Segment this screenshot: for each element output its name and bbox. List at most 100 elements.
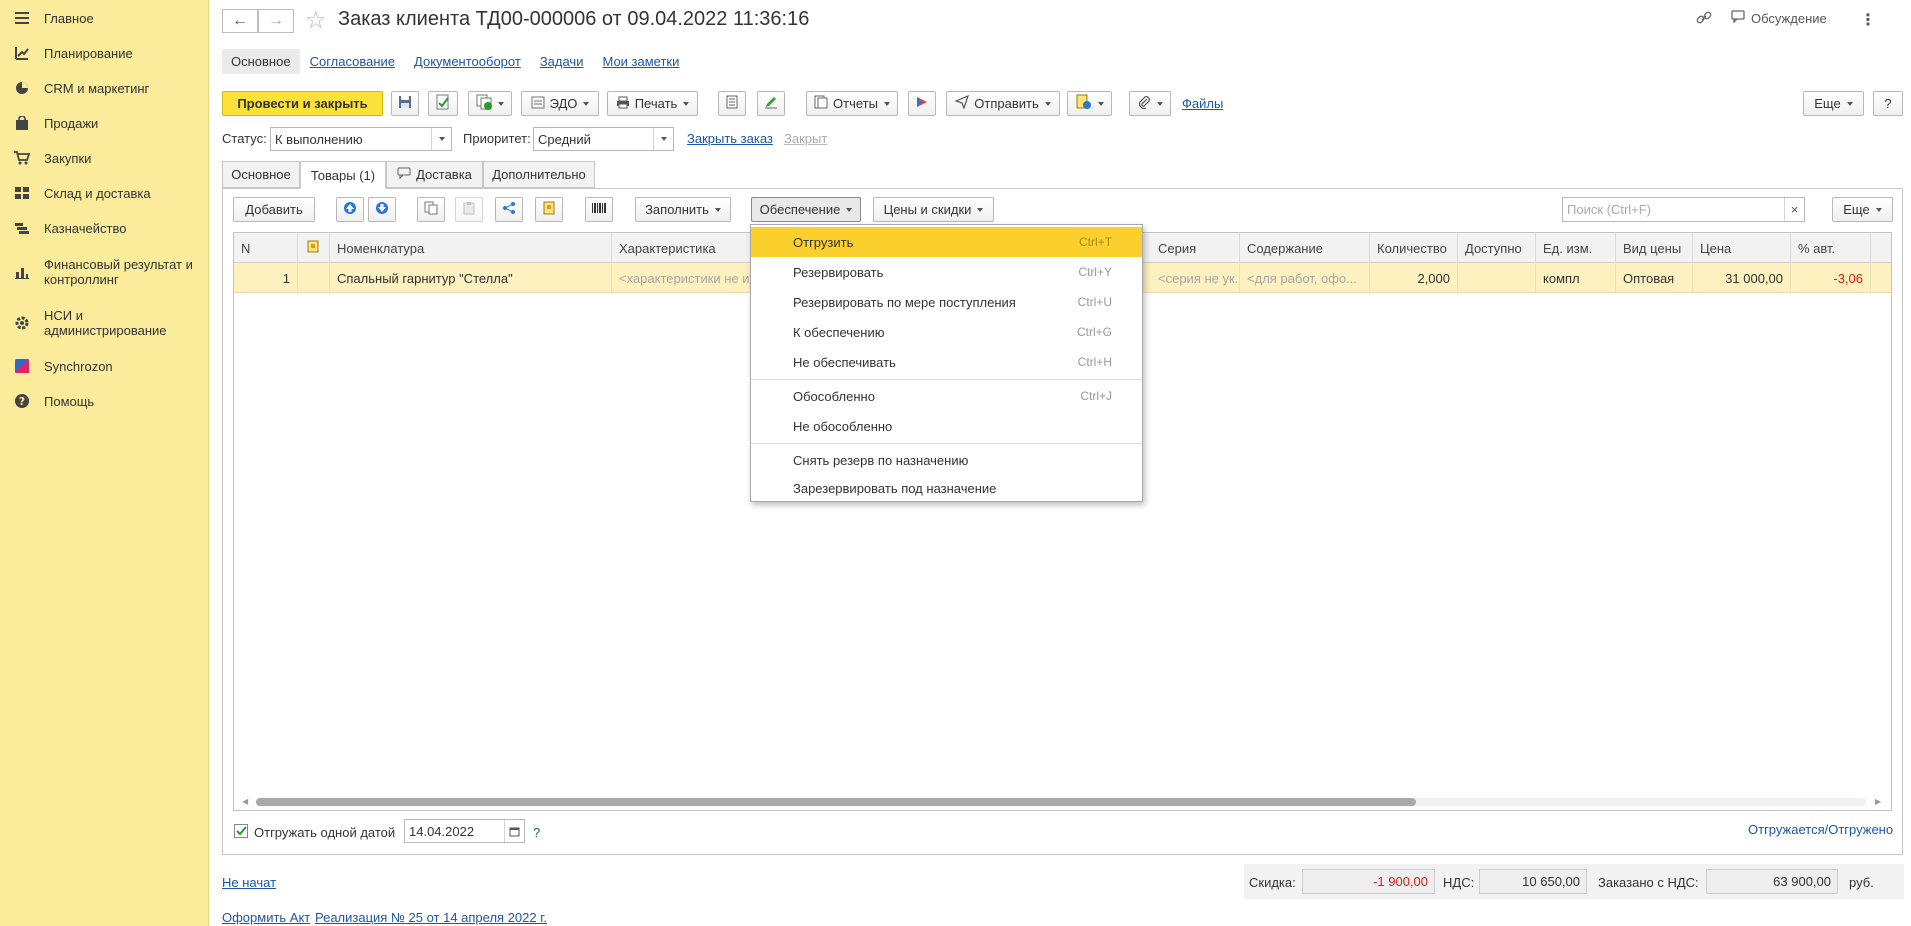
link-icon[interactable]: [1696, 10, 1712, 26]
sidebar-item-purchases[interactable]: Закупки: [0, 149, 209, 167]
col-series[interactable]: Серия: [1151, 233, 1240, 263]
nav-my-notes[interactable]: Мои заметки: [602, 54, 679, 69]
scrollbar-thumb[interactable]: [256, 798, 1416, 806]
sidebar-item-planning[interactable]: Планирование: [0, 44, 209, 62]
provision-button[interactable]: Обеспечение: [751, 197, 861, 222]
more-vert-icon[interactable]: ⋮: [1860, 10, 1876, 30]
attachments-button[interactable]: [1129, 91, 1171, 116]
close-order-link[interactable]: Закрыть заказ: [687, 131, 773, 146]
ship-one-date-checkbox[interactable]: [234, 824, 248, 838]
menu-item-reserve[interactable]: Резервировать Ctrl+Y: [751, 257, 1142, 287]
sidebar-item-label: Закупки: [44, 150, 92, 166]
tab-additional[interactable]: Дополнительно: [483, 161, 595, 188]
menu-item-ship[interactable]: Отгрузить Ctrl+T: [751, 227, 1142, 257]
send-button[interactable]: Отправить: [946, 91, 1060, 116]
menu-icon: [13, 10, 31, 26]
menu-item-label: Зарезервировать под назначение: [793, 480, 997, 496]
more-button[interactable]: Еще: [1803, 91, 1864, 116]
document-yellow-icon: [542, 201, 556, 218]
copy-button[interactable]: [417, 197, 445, 222]
chevron-down-icon[interactable]: [653, 128, 673, 150]
menu-item-reserve-for-purpose[interactable]: Зарезервировать под назначение: [751, 475, 1142, 501]
create-act-link[interactable]: Оформить Акт: [222, 910, 310, 925]
calendar-icon[interactable]: [504, 820, 524, 842]
pick-goods-button[interactable]: [535, 197, 563, 222]
sidebar-item-treasury[interactable]: Казначейство: [0, 219, 209, 237]
menu-item-separately[interactable]: Обособленно Ctrl+J: [751, 381, 1142, 411]
ship-date-help[interactable]: ?: [533, 825, 540, 840]
horizontal-scrollbar[interactable]: [256, 798, 1866, 806]
split-row-button[interactable]: [495, 197, 523, 222]
add-button[interactable]: Добавить: [233, 197, 315, 222]
col-price[interactable]: Цена: [1693, 233, 1791, 263]
paste-button[interactable]: [455, 197, 483, 222]
save-button[interactable]: [391, 91, 419, 116]
menu-item-to-provision[interactable]: К обеспечению Ctrl+G: [751, 317, 1142, 347]
document-yellow-icon: [307, 240, 320, 256]
col-available[interactable]: Доступно: [1458, 233, 1536, 263]
favorite-star-icon[interactable]: ☆: [305, 6, 327, 35]
col-content[interactable]: Содержание: [1240, 233, 1370, 263]
shipped-link[interactable]: Отгружается/Отгружено: [1748, 822, 1893, 837]
move-up-button[interactable]: [336, 197, 364, 222]
post-button[interactable]: [428, 91, 458, 116]
sidebar-item-crm[interactable]: CRM и маркетинг: [0, 79, 209, 97]
chevron-down-icon[interactable]: [431, 128, 451, 150]
col-n[interactable]: N: [234, 233, 298, 263]
menu-item-reserve-on-arrival[interactable]: Резервировать по мере поступления Ctrl+U: [751, 287, 1142, 317]
menu-item-no-provision[interactable]: Не обеспечивать Ctrl+H: [751, 347, 1142, 377]
edo-button[interactable]: ЭДО: [521, 91, 599, 116]
additional-docs-button[interactable]: [1067, 91, 1112, 116]
col-unit[interactable]: Ед. изм.: [1536, 233, 1616, 263]
fill-button[interactable]: Заполнить: [635, 197, 731, 222]
ship-date-input[interactable]: 14.04.2022: [404, 819, 525, 843]
grid-more-button[interactable]: Еще: [1832, 197, 1893, 222]
files-link[interactable]: Файлы: [1182, 96, 1223, 111]
edit-button[interactable]: [757, 91, 785, 116]
sidebar-item-help[interactable]: ? Помощь: [0, 392, 209, 410]
col-auto-pct[interactable]: % авт.: [1791, 233, 1871, 263]
document-structure-button[interactable]: [718, 91, 746, 116]
not-started-link[interactable]: Не начат: [222, 875, 276, 890]
col-flag[interactable]: [298, 233, 330, 263]
move-down-button[interactable]: [368, 197, 396, 222]
print-button[interactable]: Печать: [607, 91, 698, 116]
discussion-button[interactable]: Обсуждение: [1731, 10, 1827, 26]
sidebar-item-main[interactable]: Главное: [0, 9, 209, 27]
floppy-icon: [398, 95, 412, 112]
nav-document-flow[interactable]: Документооборот: [414, 54, 521, 69]
search-input[interactable]: Поиск (Ctrl+F) ×: [1562, 197, 1805, 222]
post-and-close-button[interactable]: Провести и закрыть: [222, 91, 383, 116]
tab-goods[interactable]: Товары (1): [300, 161, 386, 189]
nav-tasks[interactable]: Задачи: [540, 54, 584, 69]
sidebar-item-admin[interactable]: НСИ и администрирование: [0, 306, 209, 340]
forward-button[interactable]: →: [258, 9, 294, 33]
forward-send-button[interactable]: [908, 91, 936, 116]
clear-search-icon[interactable]: ×: [1784, 198, 1804, 221]
tab-delivery[interactable]: Доставка: [386, 161, 483, 188]
scroll-right-icon[interactable]: ▶: [1875, 797, 1881, 806]
col-item[interactable]: Номенклатура: [330, 233, 612, 263]
help-button[interactable]: ?: [1873, 91, 1903, 116]
nav-approval[interactable]: Согласование: [310, 54, 395, 69]
realization-link[interactable]: Реализация № 25 от 14 апреля 2022 г.: [315, 910, 547, 925]
prices-discounts-button[interactable]: Цены и скидки: [873, 197, 994, 222]
reports-button[interactable]: Отчеты: [806, 91, 898, 116]
priority-select[interactable]: Средний: [533, 127, 674, 151]
sidebar-item-warehouse[interactable]: Склад и доставка: [0, 184, 209, 202]
nav-main[interactable]: Основное: [222, 48, 300, 74]
menu-item-release-reserve[interactable]: Снять резерв по назначению: [751, 445, 1142, 475]
col-price-type[interactable]: Вид цены: [1616, 233, 1693, 263]
menu-item-not-separately[interactable]: Не обособленно: [751, 411, 1142, 441]
status-select[interactable]: К выполнению: [270, 127, 452, 151]
col-quantity[interactable]: Количество: [1370, 233, 1458, 263]
tab-main[interactable]: Основное: [222, 161, 300, 188]
create-based-on-button[interactable]: [468, 91, 512, 116]
sidebar-item-synchrozon[interactable]: Synchrozon: [0, 357, 209, 375]
barcode-button[interactable]: [585, 197, 613, 222]
sidebar-item-sales[interactable]: Продажи: [0, 114, 209, 132]
sidebar-item-label: Главное: [44, 10, 94, 26]
back-button[interactable]: ←: [222, 9, 258, 33]
scroll-left-icon[interactable]: ◀: [242, 797, 248, 806]
sidebar-item-finance[interactable]: Финансовый результат и контроллинг: [0, 255, 209, 289]
